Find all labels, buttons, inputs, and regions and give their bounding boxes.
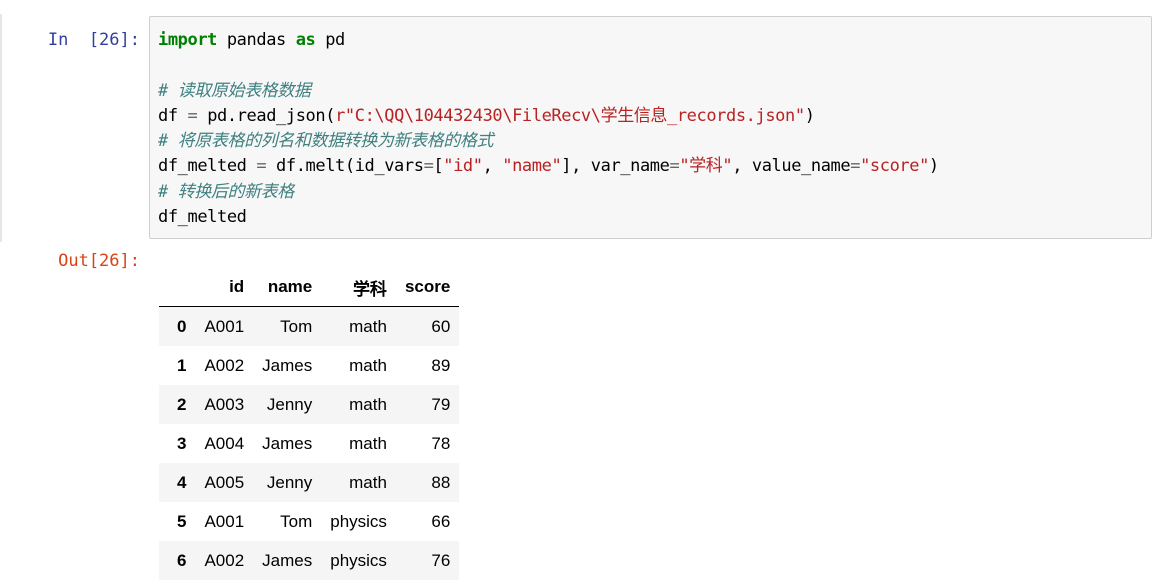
cell-id: A001 xyxy=(204,316,245,336)
cell-name: James xyxy=(262,433,313,453)
code-text: , xyxy=(482,156,503,177)
cell-subject: math xyxy=(349,433,387,453)
operator: = xyxy=(256,156,267,177)
row-index: 0 xyxy=(177,316,187,336)
string-literal: "score" xyxy=(860,156,929,177)
table-row: 0 A001 Tom math 60 xyxy=(159,306,460,346)
cell-score: 76 xyxy=(431,550,451,570)
cell-name: Tom xyxy=(280,511,313,531)
table-row: 2 A003 Jenny math 79 xyxy=(159,385,460,424)
cell-score: 60 xyxy=(431,316,451,336)
cell-name: Jenny xyxy=(266,472,313,492)
keyword-import: import xyxy=(158,30,218,50)
code-text: df_melted xyxy=(158,156,257,177)
cell-score: 66 xyxy=(431,511,451,531)
table-row: 3 A004 James math 78 xyxy=(159,424,459,463)
cell-name: Jenny xyxy=(266,394,313,414)
column-header-index xyxy=(159,268,196,307)
cell-subject: math xyxy=(349,355,387,375)
code-comment: # 转换后的新表格 xyxy=(158,181,294,202)
code-comment: # 读取原始表格数据 xyxy=(158,80,311,101)
row-index: 1 xyxy=(177,355,187,375)
code-comment: # 将原表格的列名和数据转换为新表格的格式 xyxy=(158,131,494,152)
column-header-subject: 学科 xyxy=(321,268,396,307)
cell-score: 88 xyxy=(431,472,451,492)
code-text: ], var_name xyxy=(561,156,670,177)
column-header-name: name xyxy=(253,268,322,307)
table-row: 5 A001 Tom physics 66 xyxy=(159,502,459,541)
cell-subject: math xyxy=(349,472,387,492)
code-text: df xyxy=(158,105,188,126)
string-literal: r"C:\QQ\104432430\FileRecv\学生信息_records.… xyxy=(335,105,805,126)
cell-subject: physics xyxy=(330,511,387,531)
code-text: df.melt(id_vars xyxy=(266,156,424,177)
cell-name: James xyxy=(262,550,313,570)
code-text: [ xyxy=(433,156,444,177)
operator: = xyxy=(187,105,198,126)
cell-name: James xyxy=(262,355,313,375)
cell-id: A005 xyxy=(204,472,245,492)
dataframe-output: id name 学科 score 0 A001 Tom math 60 1 A0… xyxy=(159,268,460,580)
table-row: 1 A002 James math 89 xyxy=(159,346,459,385)
cell-id: A001 xyxy=(204,511,245,531)
string-literal: "name" xyxy=(502,156,562,177)
code-text: df_melted xyxy=(158,207,247,228)
row-index: 2 xyxy=(177,394,187,414)
code-text: pd xyxy=(315,30,345,50)
cell-id: A002 xyxy=(204,550,245,570)
cell-subject: physics xyxy=(330,550,387,570)
string-literal: "学科" xyxy=(679,156,733,177)
keyword-as: as xyxy=(295,30,316,50)
cell-subject: math xyxy=(349,394,387,414)
input-prompt: In [26]: xyxy=(47,30,140,50)
code-text: ) xyxy=(804,105,815,126)
cell-subject: math xyxy=(349,316,387,336)
row-index: 6 xyxy=(177,550,187,570)
cell-id: A002 xyxy=(204,355,245,375)
cell-id: A004 xyxy=(204,433,245,453)
row-index: 4 xyxy=(177,472,187,492)
cell-score: 78 xyxy=(431,433,451,453)
table-header-row: id name 学科 score xyxy=(159,268,460,307)
code-text: pd.read_json( xyxy=(197,105,336,126)
operator: = xyxy=(669,156,680,177)
cell-id: A003 xyxy=(204,394,245,414)
output-prompt: Out[26]: xyxy=(58,251,140,271)
row-index: 3 xyxy=(177,433,187,453)
column-header-id: id xyxy=(195,268,254,307)
code-text: , value_name xyxy=(732,156,851,177)
row-index: 5 xyxy=(177,511,187,531)
code-text: ) xyxy=(928,156,939,177)
cell-selection-bar xyxy=(0,14,2,242)
code-text: pandas xyxy=(217,30,296,50)
column-header-score: score xyxy=(395,268,460,307)
operator: = xyxy=(423,156,434,177)
code-editor[interactable]: import pandas as pd # 读取原始表格数据 df = pd.r… xyxy=(158,28,939,230)
cell-name: Tom xyxy=(280,316,313,336)
table-row: 6 A002 James physics 76 xyxy=(159,541,460,580)
code-cell-input[interactable]: import pandas as pd # 读取原始表格数据 df = pd.r… xyxy=(149,16,1152,239)
string-literal: "id" xyxy=(443,156,483,177)
table-row: 4 A005 Jenny math 88 xyxy=(159,463,460,502)
operator: = xyxy=(850,156,861,177)
cell-score: 89 xyxy=(431,355,451,375)
cell-score: 79 xyxy=(431,394,451,414)
